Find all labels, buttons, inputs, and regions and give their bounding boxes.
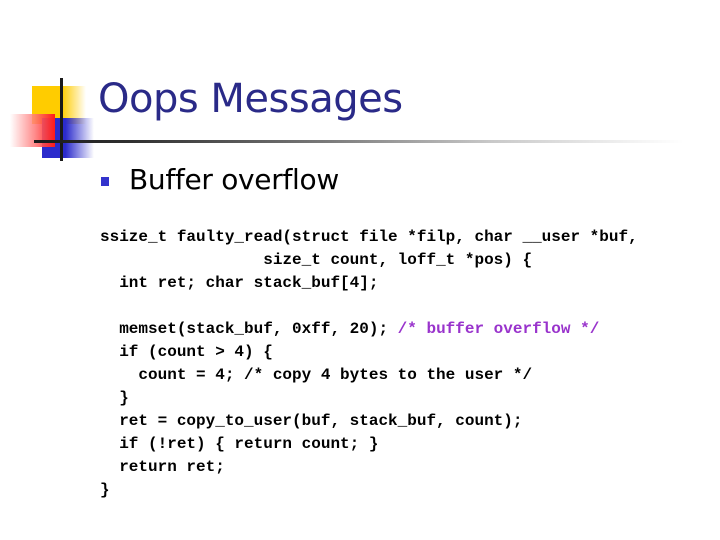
code-text: } [100, 481, 110, 499]
code-text: ret = copy_to_user(buf, stack_buf, count… [119, 412, 523, 430]
yellow-square-decoration [32, 86, 86, 124]
code-block: ssize_t faulty_read(struct file *filp, c… [100, 226, 638, 502]
code-text: if (count > 4) { [119, 343, 273, 361]
code-comment: /* buffer overflow */ [397, 320, 600, 338]
code-text: count = 4; /* copy 4 bytes to the user *… [138, 366, 533, 384]
red-square-decoration [10, 114, 55, 147]
code-text: int ret; char stack_buf[4]; [119, 274, 379, 292]
code-text: return ret; [119, 458, 225, 476]
bullet-item: Buffer overflow [101, 163, 339, 196]
code-line: size_t count, loff_t *pos) { [100, 249, 638, 272]
code-line: } [100, 387, 638, 410]
code-text: size_t count, loff_t *pos) { [263, 251, 533, 269]
slide-title: Oops Messages [98, 76, 403, 122]
code-line: int ret; char stack_buf[4]; [100, 272, 638, 295]
bullet-text: Buffer overflow [129, 163, 339, 196]
code-text: if (!ret) { return count; } [119, 435, 379, 453]
code-line: } [100, 479, 638, 502]
code-line: memset(stack_buf, 0xff, 20); /* buffer o… [100, 318, 638, 341]
code-line: ret = copy_to_user(buf, stack_buf, count… [100, 410, 638, 433]
code-line: if (!ret) { return count; } [100, 433, 638, 456]
code-text: memset(stack_buf, 0xff, 20); [119, 320, 398, 338]
code-text: } [119, 389, 129, 407]
vertical-rule [60, 78, 63, 161]
code-line: count = 4; /* copy 4 bytes to the user *… [100, 364, 638, 387]
code-line: ssize_t faulty_read(struct file *filp, c… [100, 226, 638, 249]
title-underline-rule [34, 140, 684, 143]
code-line: if (count > 4) { [100, 341, 638, 364]
code-text: ssize_t faulty_read(struct file *filp, c… [100, 228, 638, 246]
code-line: return ret; [100, 456, 638, 479]
square-bullet-icon [101, 176, 109, 186]
blue-square-decoration [42, 118, 94, 158]
